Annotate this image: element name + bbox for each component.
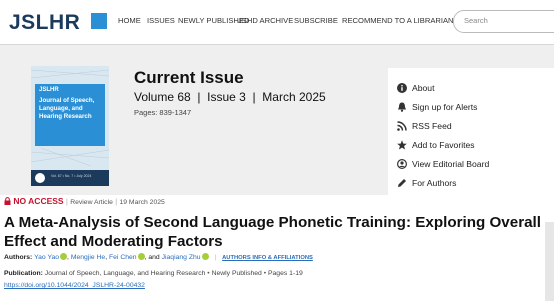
issue-actions-panel: About Sign up for Alerts RSS Feed Add to…: [388, 68, 554, 196]
current-issue-heading: Current Issue: [134, 68, 244, 87]
search-placeholder: Search: [464, 16, 488, 25]
orcid-icon[interactable]: [201, 253, 209, 260]
article-date: 19 March 2025: [119, 199, 165, 206]
bell-icon: [398, 102, 406, 112]
scrollbar[interactable]: [545, 222, 554, 301]
panel-favorites-label: Add to Favorites: [412, 140, 475, 150]
cover-label: JSLHR: [39, 87, 59, 93]
person-icon: [397, 159, 407, 169]
publication-label: Publication:: [4, 270, 43, 277]
cover-footer: Vol. 67 • No. 7 • July 2024: [31, 170, 109, 186]
site-logo[interactable]: JSLHR: [9, 11, 80, 35]
nav-issues[interactable]: ISSUES: [147, 16, 175, 25]
info-icon: [397, 83, 407, 93]
panel-alerts-label: Sign up for Alerts: [412, 102, 478, 112]
doi-link[interactable]: https://doi.org/10.1044/2024_JSLHR-24-00…: [4, 282, 145, 289]
author-link[interactable]: Yao Yao: [34, 254, 59, 261]
nav-home[interactable]: HOME: [118, 16, 141, 25]
orcid-icon[interactable]: [137, 253, 145, 260]
cover-footer-text: Vol. 67 • No. 7 • July 2024: [51, 174, 92, 178]
author-link[interactable]: Fei Chen: [109, 254, 137, 261]
pen-icon: [398, 179, 406, 187]
issue-cover[interactable]: JSLHR Journal of Speech, Language, and H…: [31, 66, 109, 186]
article-access-line: NO ACCESS | Review Article | 19 March 20…: [4, 196, 165, 206]
panel-rss-label: RSS Feed: [412, 121, 452, 131]
nav-subscribe[interactable]: SUBSCRIBE: [294, 16, 338, 25]
nav-recommend[interactable]: RECOMMEND TO A LIBRARIAN: [342, 16, 454, 25]
panel-editorial-label: View Editorial Board: [412, 159, 490, 169]
publication-line: Publication: Journal of Speech, Language…: [4, 270, 303, 277]
cover-title-block: JSLHR Journal of Speech, Language, and H…: [35, 84, 105, 146]
article-type: Review Article: [70, 199, 113, 206]
issue-volume-line: Volume 68 | Issue 3 | March 2025: [134, 90, 326, 104]
authors-info-link[interactable]: AUTHORS INFO & AFFILIATIONS: [222, 255, 313, 261]
cover-seal-icon: [35, 173, 45, 183]
authors-line: Authors: Yao Yao, Mengjie He, Fei Chen, …: [4, 253, 313, 261]
author-link[interactable]: Jiaqiang Zhu: [162, 254, 201, 261]
issue-pages: Pages: 839-1347: [134, 108, 192, 117]
nav-jshd-archive[interactable]: JSHD ARCHIVE: [238, 16, 293, 25]
site-header: JSLHR HOME ISSUES NEWLY PUBLISHED JSHD A…: [0, 0, 554, 45]
orcid-icon[interactable]: [60, 253, 68, 260]
panel-authors-label: For Authors: [412, 178, 457, 188]
cover-title: Journal of Speech, Language, and Hearing…: [39, 97, 95, 120]
star-icon: [397, 140, 407, 150]
no-access-badge: NO ACCESS: [13, 196, 64, 206]
search-input[interactable]: Search: [453, 10, 554, 33]
authors-and: , and: [144, 254, 160, 261]
authors-label: Authors:: [4, 254, 33, 261]
article-title[interactable]: A Meta-Analysis of Second Language Phone…: [4, 213, 549, 251]
logo-square-icon: [91, 13, 107, 29]
rss-icon: [397, 121, 407, 131]
newly-published-label: Newly Published: [211, 270, 262, 277]
panel-about-label: About: [412, 83, 435, 93]
author-link[interactable]: Mengjie He: [71, 254, 105, 261]
lock-icon: [4, 197, 11, 205]
article-pages: Pages 1-19: [267, 270, 303, 277]
publication-journal[interactable]: Journal of Speech, Language, and Hearing…: [45, 270, 206, 277]
